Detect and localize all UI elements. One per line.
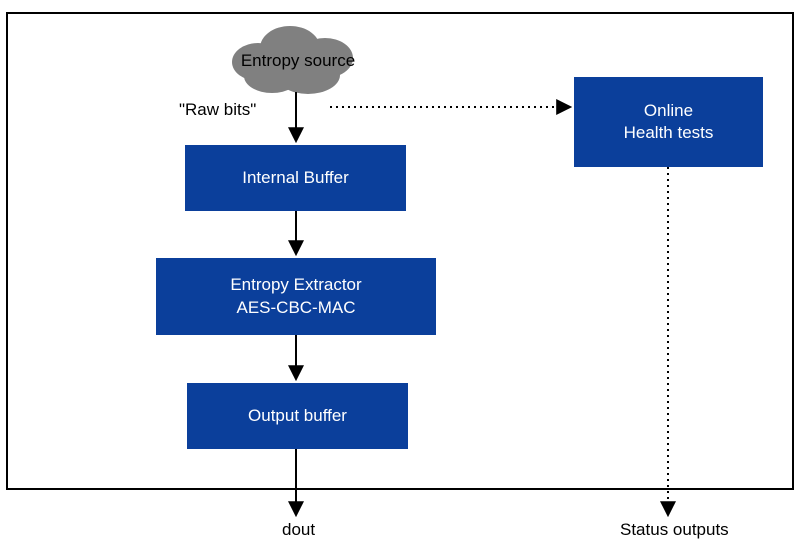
output-buffer-box: Output buffer [187,383,408,449]
dout-label: dout [282,520,315,540]
diagram-canvas: Entropy source "Raw bits" Internal Buffe… [0,0,800,544]
internal-buffer-label: Internal Buffer [242,167,348,189]
entropy-extractor-label: Entropy Extractor AES-CBC-MAC [230,274,361,318]
entropy-source-label: Entropy source [238,51,358,71]
health-tests-label: Online Health tests [624,100,714,144]
output-buffer-label: Output buffer [248,405,347,427]
entropy-extractor-box: Entropy Extractor AES-CBC-MAC [156,258,436,335]
raw-bits-label: "Raw bits" [179,100,256,120]
health-tests-box: Online Health tests [574,77,763,167]
internal-buffer-box: Internal Buffer [185,145,406,211]
status-outputs-label: Status outputs [620,520,729,540]
